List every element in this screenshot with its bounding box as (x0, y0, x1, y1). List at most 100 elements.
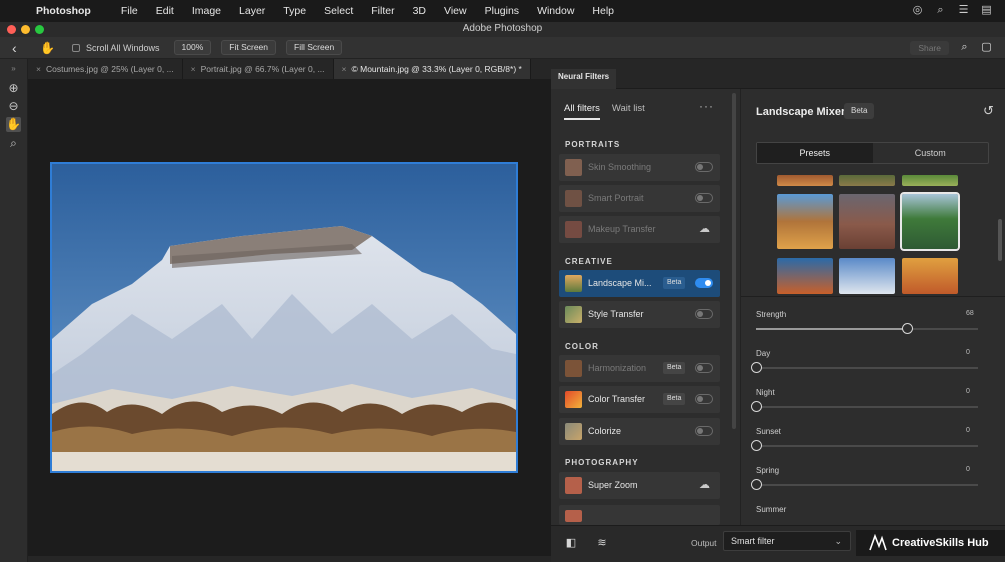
menu-file[interactable]: File (121, 5, 138, 17)
day-slider[interactable] (751, 362, 978, 373)
layers-preview-icon[interactable]: ≋ (595, 536, 609, 550)
filter-skin-smoothing[interactable]: Skin Smoothing (559, 154, 720, 181)
preset-thumbnail[interactable] (777, 258, 833, 294)
apple-icon[interactable] (12, 4, 24, 18)
filter-super-zoom[interactable]: Super Zoom ☁ (559, 472, 720, 499)
doc-tab-costumes[interactable]: × Costumes.jpg @ 25% (Layer 0, ... (28, 59, 183, 79)
close-tab-icon[interactable]: × (342, 64, 347, 74)
night-slider[interactable] (751, 401, 978, 412)
presets-scrollbar[interactable] (998, 219, 1002, 261)
strength-slider[interactable] (756, 323, 978, 334)
style-transfer-toggle[interactable] (695, 309, 713, 319)
tab-custom[interactable]: Custom (873, 143, 989, 163)
tab-all-filters[interactable]: All filters (564, 103, 600, 120)
preset-thumbnail[interactable] (839, 258, 895, 294)
fit-screen-button[interactable]: Fit Screen (221, 40, 277, 55)
tab-presets[interactable]: Presets (757, 143, 873, 163)
menu-type[interactable]: Type (283, 5, 306, 17)
strength-value: 68 (966, 310, 974, 317)
zoom-in-icon[interactable]: ⊕ (6, 81, 21, 96)
filter-label: Colorize (588, 426, 622, 436)
doc-tab-portrait[interactable]: × Portrait.jpg @ 66.7% (Layer 0, ... (183, 59, 334, 79)
hand-tool-icon[interactable]: ✋ (40, 41, 55, 55)
close-tab-icon[interactable]: × (36, 64, 41, 74)
filter-next-partial[interactable] (559, 505, 720, 525)
preset-thumbnail[interactable] (777, 194, 833, 249)
control-center-icon[interactable]: ☰ (957, 4, 970, 17)
preset-thumbnail[interactable] (902, 258, 958, 294)
mountain-photo[interactable] (50, 162, 518, 473)
spring-slider[interactable] (751, 479, 978, 490)
document-canvas[interactable] (28, 79, 551, 562)
notification-icon[interactable]: ▤ (980, 4, 993, 17)
landscape-mixer-toggle[interactable] (695, 278, 713, 288)
spotlight-search-icon[interactable]: ⌕ (934, 4, 947, 17)
filter-landscape-mixer[interactable]: Landscape Mi... Beta (559, 270, 720, 297)
scroll-all-windows-checkbox[interactable] (72, 43, 80, 52)
zoom-out-icon[interactable]: ⊖ (6, 99, 21, 114)
output-select[interactable]: Smart filter ⌄ (723, 531, 851, 551)
tab-wait-list[interactable]: Wait list (612, 103, 645, 120)
zoom-100-button[interactable]: 100% (173, 40, 212, 55)
preset-thumbnail[interactable] (902, 175, 958, 186)
harmonization-toggle[interactable] (695, 363, 713, 373)
window-title: Adobe Photoshop (462, 23, 543, 34)
colorize-icon (565, 423, 582, 440)
creative-cloud-icon[interactable]: ◎ (911, 4, 924, 17)
makeup-transfer-icon (565, 221, 582, 238)
hand-tool-icon[interactable]: ✋ (6, 117, 21, 132)
tab-neural-filters[interactable]: Neural Filters (551, 69, 617, 89)
menu-3d[interactable]: 3D (413, 5, 426, 17)
workspace-icon[interactable]: ▢ (980, 41, 993, 54)
more-options-icon[interactable]: ··· (699, 99, 714, 113)
menu-filter[interactable]: Filter (371, 5, 394, 17)
spring-label: Spring (756, 466, 780, 475)
menu-image[interactable]: Image (192, 5, 221, 17)
smart-portrait-toggle[interactable] (695, 193, 713, 203)
sunset-slider[interactable] (751, 440, 978, 451)
filter-label: Style Transfer (588, 309, 644, 319)
menu-window[interactable]: Window (537, 5, 574, 17)
menu-select[interactable]: Select (324, 5, 353, 17)
doc-tab-mountain[interactable]: × © Mountain.jpg @ 33.3% (Layer 0, RGB/8*… (333, 59, 531, 79)
strength-slider-handle[interactable] (901, 323, 913, 334)
filter-color-transfer[interactable]: Color Transfer Beta (559, 386, 720, 413)
menu-edit[interactable]: Edit (156, 5, 174, 17)
night-slider-handle[interactable] (751, 401, 762, 412)
filter-smart-portrait[interactable]: Smart Portrait (559, 185, 720, 212)
search-icon[interactable]: ⌕ (958, 41, 971, 54)
close-tab-icon[interactable]: × (191, 64, 196, 74)
filter-label: Skin Smoothing (588, 162, 652, 172)
color-transfer-toggle[interactable] (695, 394, 713, 404)
sunset-slider-handle[interactable] (751, 440, 762, 451)
day-slider-handle[interactable] (751, 362, 762, 373)
filter-colorize[interactable]: Colorize (559, 418, 720, 445)
preset-thumbnail[interactable] (839, 194, 895, 249)
filter-makeup-transfer[interactable]: Makeup Transfer ☁ (559, 216, 720, 243)
fill-screen-button[interactable]: Fill Screen (286, 40, 343, 55)
preset-thumbnail-selected[interactable] (900, 192, 960, 251)
menu-plugins[interactable]: Plugins (485, 5, 519, 17)
filter-label: Color Transfer (588, 394, 646, 404)
landscape-mixer-settings: Landscape Mixer Beta ↺ Presets Custom St… (741, 89, 1005, 525)
filter-harmonization[interactable]: Harmonization Beta (559, 355, 720, 382)
menu-layer[interactable]: Layer (239, 5, 265, 17)
preset-thumbnail[interactable] (777, 175, 833, 186)
preview-split-icon[interactable]: ◧ (564, 536, 578, 550)
colorize-toggle[interactable] (695, 426, 713, 436)
skin-smoothing-toggle[interactable] (695, 162, 713, 172)
back-arrow-icon[interactable]: ‹ (12, 41, 26, 55)
menu-app-name[interactable]: Photoshop (36, 5, 91, 17)
reset-icon[interactable]: ↺ (983, 103, 994, 119)
filter-list-scrollbar[interactable] (732, 93, 736, 429)
collapse-tools-icon[interactable]: » (6, 61, 21, 76)
cloud-download-icon[interactable]: ☁ (699, 478, 713, 491)
filter-style-transfer[interactable]: Style Transfer (559, 301, 720, 328)
spring-slider-handle[interactable] (751, 479, 762, 490)
preset-thumbnail[interactable] (839, 175, 895, 186)
zoom-tool-icon[interactable]: ⌕ (6, 136, 21, 151)
cloud-download-icon[interactable]: ☁ (699, 222, 713, 235)
menu-view[interactable]: View (444, 5, 467, 17)
share-button[interactable]: Share (910, 41, 949, 55)
menu-help[interactable]: Help (592, 5, 614, 17)
